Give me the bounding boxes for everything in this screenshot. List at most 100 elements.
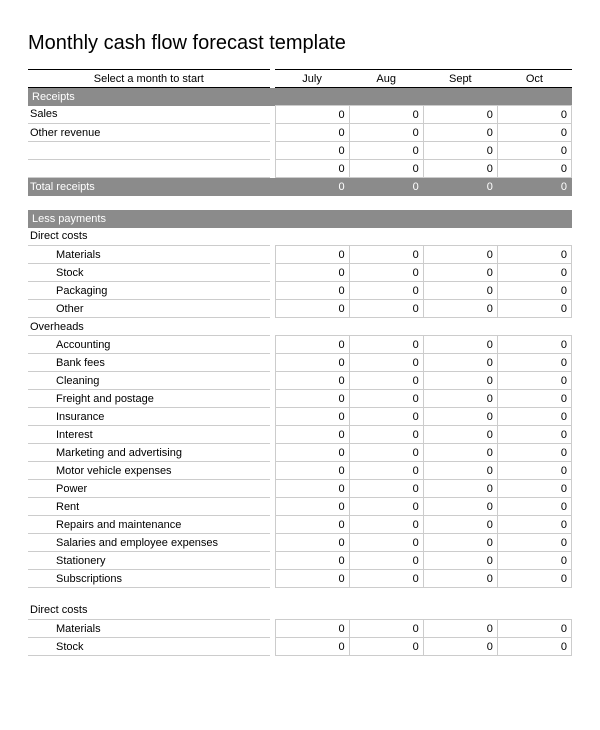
table-row: Cleaning0000 bbox=[28, 372, 572, 390]
value-cell: 0 bbox=[423, 390, 497, 408]
group-heading-label: Direct costs bbox=[28, 602, 270, 620]
row-label: Subscriptions bbox=[28, 570, 270, 588]
value-cell: 0 bbox=[497, 498, 571, 516]
row-label: Stock bbox=[28, 638, 270, 656]
table-row: Sales0000 bbox=[28, 106, 572, 124]
value-cell: 0 bbox=[497, 480, 571, 498]
value-cell: 0 bbox=[423, 444, 497, 462]
row-label: Rent bbox=[28, 498, 270, 516]
value-cell: 0 bbox=[349, 498, 423, 516]
value-cell: 0 bbox=[275, 354, 349, 372]
row-label: Sales bbox=[28, 106, 270, 124]
value-cell: 0 bbox=[423, 498, 497, 516]
table-row: Power0000 bbox=[28, 480, 572, 498]
table-row: Interest0000 bbox=[28, 426, 572, 444]
spacer-row bbox=[28, 588, 572, 602]
value-cell: 0 bbox=[349, 390, 423, 408]
row-label: Salaries and employee expenses bbox=[28, 534, 270, 552]
row-label: Motor vehicle expenses bbox=[28, 462, 270, 480]
value-cell: 0 bbox=[275, 160, 349, 178]
value-cell: 0 bbox=[423, 426, 497, 444]
table-row: Stock0000 bbox=[28, 264, 572, 282]
row-label: Cleaning bbox=[28, 372, 270, 390]
group-heading: Overheads bbox=[28, 318, 572, 336]
month-header: Oct bbox=[497, 70, 571, 88]
value-cell: 0 bbox=[497, 354, 571, 372]
total-row: Total receipts0000 bbox=[28, 178, 572, 196]
value-cell: 0 bbox=[497, 160, 571, 178]
row-label: Repairs and maintenance bbox=[28, 516, 270, 534]
value-cell: 0 bbox=[497, 336, 571, 354]
value-cell: 0 bbox=[349, 570, 423, 588]
cell bbox=[423, 602, 497, 620]
value-cell: 0 bbox=[497, 638, 571, 656]
value-cell: 0 bbox=[423, 570, 497, 588]
value-cell: 0 bbox=[275, 142, 349, 160]
row-label: Insurance bbox=[28, 408, 270, 426]
value-cell: 0 bbox=[497, 372, 571, 390]
row-label: Stationery bbox=[28, 552, 270, 570]
value-cell: 0 bbox=[275, 498, 349, 516]
value-cell: 0 bbox=[423, 408, 497, 426]
table-row: Marketing and advertising0000 bbox=[28, 444, 572, 462]
table-row: Insurance0000 bbox=[28, 408, 572, 426]
value-cell: 0 bbox=[349, 264, 423, 282]
value-cell: 0 bbox=[275, 372, 349, 390]
value-cell: 0 bbox=[349, 426, 423, 444]
value-cell: 0 bbox=[275, 408, 349, 426]
month-header: July bbox=[275, 70, 349, 88]
total-value-cell: 0 bbox=[349, 178, 423, 196]
section-heading: Receipts bbox=[28, 88, 572, 106]
spacer-row bbox=[28, 196, 572, 210]
value-cell: 0 bbox=[349, 534, 423, 552]
value-cell: 0 bbox=[497, 264, 571, 282]
table-row: Motor vehicle expenses0000 bbox=[28, 462, 572, 480]
value-cell: 0 bbox=[275, 282, 349, 300]
value-cell: 0 bbox=[349, 106, 423, 124]
table-row: Stationery0000 bbox=[28, 552, 572, 570]
section-heading: Less payments bbox=[28, 210, 572, 228]
month-header: Sept bbox=[423, 70, 497, 88]
value-cell: 0 bbox=[275, 426, 349, 444]
row-label: Packaging bbox=[28, 282, 270, 300]
value-cell: 0 bbox=[497, 534, 571, 552]
table-row: Materials0000 bbox=[28, 246, 572, 264]
value-cell: 0 bbox=[423, 534, 497, 552]
group-heading-label: Direct costs bbox=[28, 228, 270, 246]
value-cell: 0 bbox=[423, 336, 497, 354]
row-label: Bank fees bbox=[28, 354, 270, 372]
month-header: Aug bbox=[349, 70, 423, 88]
value-cell: 0 bbox=[423, 264, 497, 282]
value-cell: 0 bbox=[497, 142, 571, 160]
value-cell: 0 bbox=[497, 552, 571, 570]
table-row: Other0000 bbox=[28, 300, 572, 318]
value-cell: 0 bbox=[349, 480, 423, 498]
table-row: Other revenue0000 bbox=[28, 124, 572, 142]
section-heading-label: Less payments bbox=[28, 210, 572, 228]
value-cell: 0 bbox=[275, 620, 349, 638]
value-cell: 0 bbox=[349, 516, 423, 534]
cell bbox=[275, 228, 349, 246]
value-cell: 0 bbox=[497, 516, 571, 534]
value-cell: 0 bbox=[349, 372, 423, 390]
value-cell: 0 bbox=[275, 552, 349, 570]
value-cell: 0 bbox=[275, 462, 349, 480]
value-cell: 0 bbox=[497, 426, 571, 444]
value-cell: 0 bbox=[423, 282, 497, 300]
section-heading-label: Receipts bbox=[28, 88, 572, 106]
group-heading: Direct costs bbox=[28, 228, 572, 246]
select-month-header: Select a month to start bbox=[28, 70, 270, 88]
table-row: Rent0000 bbox=[28, 498, 572, 516]
row-label: Interest bbox=[28, 426, 270, 444]
value-cell: 0 bbox=[349, 354, 423, 372]
row-label: Other bbox=[28, 300, 270, 318]
value-cell: 0 bbox=[275, 300, 349, 318]
value-cell: 0 bbox=[275, 124, 349, 142]
total-value-cell: 0 bbox=[275, 178, 349, 196]
value-cell: 0 bbox=[349, 142, 423, 160]
value-cell: 0 bbox=[423, 638, 497, 656]
page-title: Monthly cash flow forecast template bbox=[28, 32, 572, 55]
row-label: Accounting bbox=[28, 336, 270, 354]
cell bbox=[497, 228, 571, 246]
value-cell: 0 bbox=[423, 300, 497, 318]
